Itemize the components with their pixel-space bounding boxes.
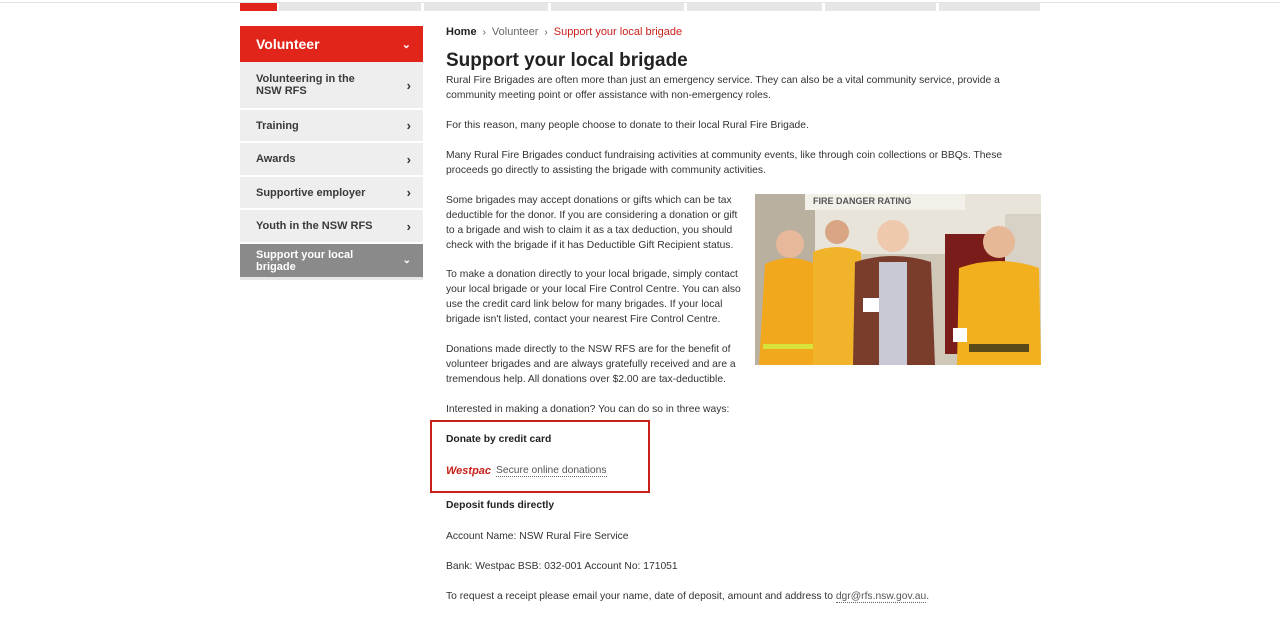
top-nav-tab[interactable] xyxy=(939,3,1040,11)
secure-online-donations-link[interactable]: Secure online donations xyxy=(496,465,607,477)
donations-paragraph: Donations made directly to the NSW RFS a… xyxy=(446,344,736,385)
fundraising-paragraph: Many Rural Fire Brigades conduct fundrai… xyxy=(446,150,1003,176)
sidebar-item-supportive-employer[interactable]: Supportive employer › xyxy=(240,177,423,210)
donate-credit-card-box xyxy=(430,420,650,493)
breadcrumb-home-link[interactable]: Home xyxy=(446,26,477,38)
donate-card-heading: Donate by credit card xyxy=(446,434,552,445)
contact-paragraph: To make a donation directly to your loca… xyxy=(446,269,741,325)
sidebar-item-volunteering[interactable]: Volunteering in the NSW RFS › xyxy=(240,62,423,110)
top-nav-tab[interactable] xyxy=(551,3,684,11)
intro-paragraph: Rural Fire Brigades are often more than … xyxy=(446,75,1000,101)
top-nav-tab[interactable] xyxy=(687,3,822,11)
deposit-heading: Deposit funds directly xyxy=(446,500,555,511)
westpac-logo: Westpac xyxy=(446,465,491,477)
receipt-suffix: . xyxy=(926,591,930,602)
breadcrumb-current: Support your local brigade xyxy=(553,26,683,38)
chevron-right-icon: › xyxy=(406,218,411,234)
sidebar-item-label: Supportive employer xyxy=(256,186,366,199)
account-name: Account Name: NSW Rural Fire Service xyxy=(446,531,629,542)
top-nav-tab[interactable] xyxy=(424,3,548,11)
tax-paragraph: Some brigades may accept donations or gi… xyxy=(446,195,738,251)
sidebar-bottom-bar xyxy=(240,277,423,280)
westpac-donation-row: Westpac Secure online donations xyxy=(446,465,607,477)
sidebar-item-label: Youth in the NSW RFS xyxy=(256,220,373,232)
page-title: Support your local brigade xyxy=(446,50,688,71)
westpac-logo-text: Westpac xyxy=(446,465,492,477)
top-nav-tab[interactable] xyxy=(279,3,421,11)
ways-paragraph: Interested in making a donation? You can… xyxy=(446,404,730,415)
sidebar-item-awards[interactable]: Awards › xyxy=(240,143,423,177)
sidebar-header-volunteer[interactable]: Volunteer ⌄ xyxy=(240,26,423,62)
sidebar-item-label: Awards xyxy=(256,153,296,165)
chevron-right-icon: › xyxy=(406,185,411,200)
breadcrumb-separator-icon: › xyxy=(544,27,548,38)
receipt-paragraph: To request a receipt please email your n… xyxy=(446,589,1040,604)
dgr-email-link[interactable]: dgr@rfs.nsw.gov.au xyxy=(835,591,927,603)
top-nav-bar xyxy=(0,0,1280,12)
sidebar-nav: Volunteer ⌄ Volunteering in the NSW RFS … xyxy=(240,26,423,280)
volunteers-photo: FIRE DANGER RATING xyxy=(755,194,1041,365)
chevron-down-icon: ⌄ xyxy=(401,38,411,51)
sidebar-item-label: Training xyxy=(256,119,299,132)
chevron-right-icon: › xyxy=(406,151,411,167)
sidebar-item-training[interactable]: Training › xyxy=(240,110,423,143)
chevron-right-icon: › xyxy=(406,77,411,93)
receipt-text: To request a receipt please email your n… xyxy=(446,591,836,602)
sidebar-item-label: Support your local brigade xyxy=(256,248,354,273)
sidebar-item-label: Volunteering in the NSW RFS xyxy=(256,73,355,97)
top-nav-active-tab[interactable] xyxy=(240,3,277,11)
volunteers-photo-illustration: FIRE DANGER RATING xyxy=(755,194,1041,365)
chevron-right-icon: › xyxy=(406,118,411,133)
sidebar-item-support-brigade[interactable]: Support your local brigade ⌄ xyxy=(240,244,423,277)
breadcrumb-separator-icon: › xyxy=(482,27,486,38)
chevron-down-icon: ⌄ xyxy=(402,255,411,266)
top-nav-tab[interactable] xyxy=(825,3,936,11)
bank-details: Bank: Westpac BSB: 032-001 Account No: 1… xyxy=(446,561,678,572)
sidebar-header-label: Volunteer xyxy=(256,36,320,52)
breadcrumb: Home › Volunteer › Support your local brigad… xyxy=(446,26,1040,40)
main-content: Home › Volunteer › Support your local brigad… xyxy=(446,26,1041,415)
reason-paragraph: For this reason, many people choose to d… xyxy=(446,120,809,131)
photo-sign-text: FIRE DANGER RATING xyxy=(813,196,911,206)
sidebar-item-youth[interactable]: Youth in the NSW RFS › xyxy=(240,210,423,244)
breadcrumb-volunteer-link[interactable]: Volunteer xyxy=(492,26,538,38)
